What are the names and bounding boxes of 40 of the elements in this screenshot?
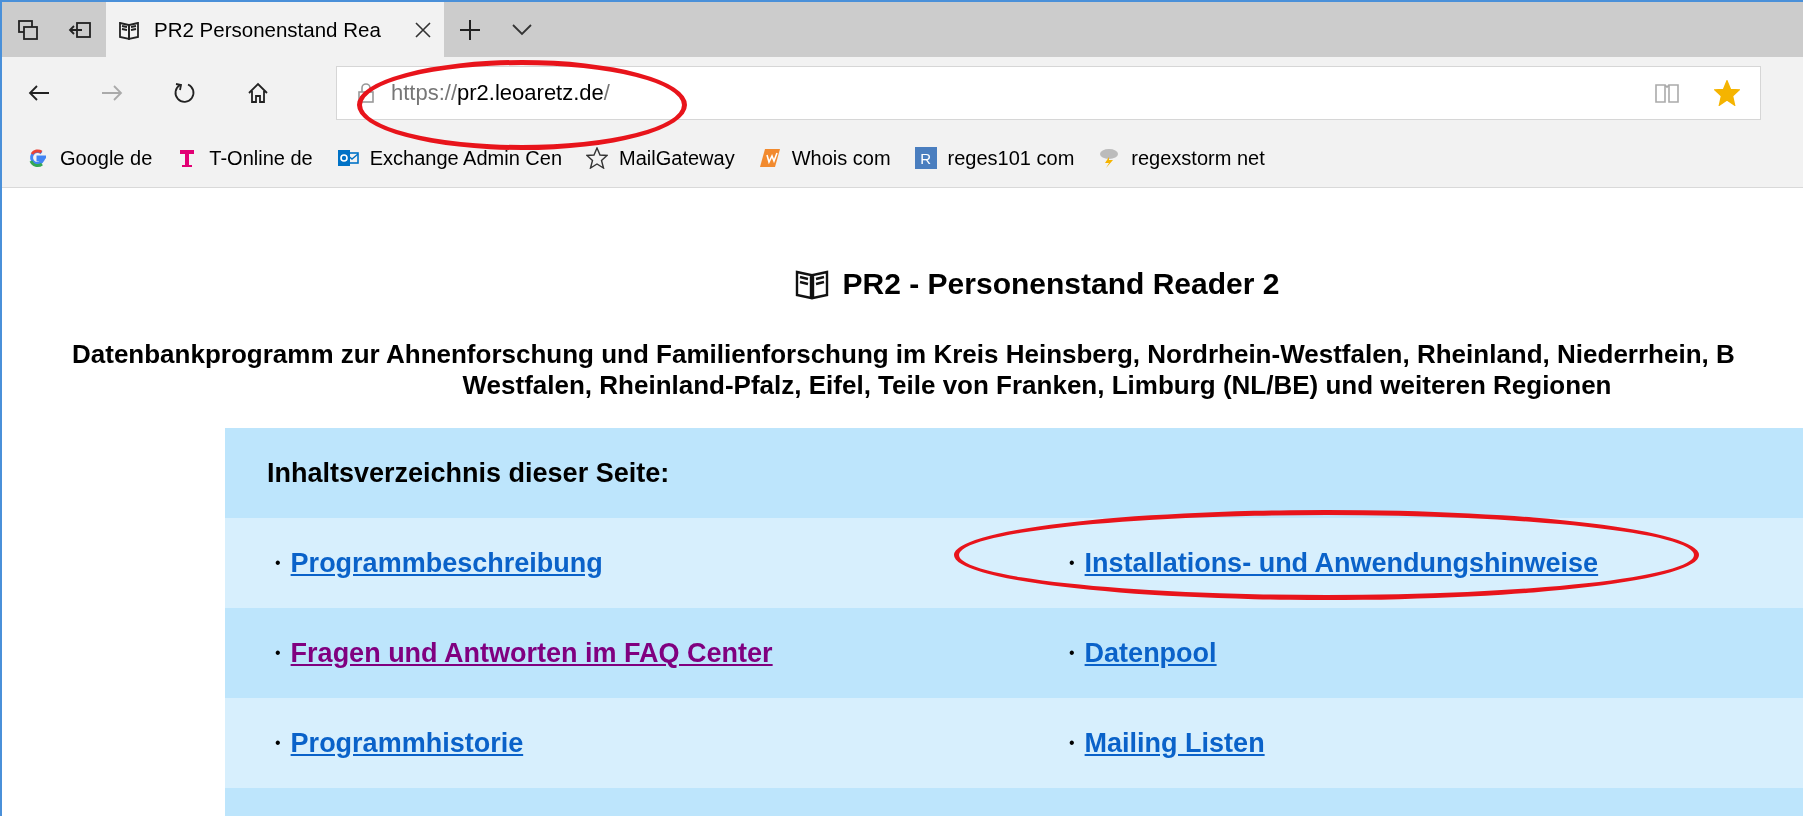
bookmark-letter-icon: R	[914, 147, 937, 169]
browser-tab[interactable]: PR2 Personenstand Rea	[106, 2, 444, 57]
bookmark[interactable]: R reges101 com	[914, 146, 1075, 170]
link[interactable]: Installations- und Anwendungshinweise	[1084, 547, 1599, 579]
link[interactable]: Programmbeschreibung	[290, 547, 603, 579]
tab-title: PR2 Personenstand Rea	[154, 17, 382, 42]
bookmark[interactable]: T-Online de	[176, 146, 313, 170]
bullet: •	[1069, 734, 1075, 752]
bookmark[interactable]: Google de	[27, 146, 153, 170]
cloud-lightning-icon	[1098, 147, 1121, 169]
link[interactable]: Mailing Listen	[1084, 727, 1265, 759]
tabs-icon[interactable]	[17, 18, 39, 41]
refresh-icon[interactable]	[172, 81, 197, 105]
address-field[interactable]: https://pr2.leoaretz.de/	[336, 66, 1761, 120]
subtitle-text: Westfalen, Rheinland-Pfalz, Eifel, Teile von Franken, Limburg (NL/BE) und weiteren Regionen	[461, 370, 1613, 401]
bullet: •	[1069, 644, 1075, 662]
bookmark[interactable]: Whois com	[758, 146, 891, 170]
bullet: •	[275, 554, 281, 572]
new-tab-icon[interactable]	[459, 18, 481, 41]
bullet: •	[275, 734, 281, 752]
star-icon	[586, 147, 609, 169]
bullet: •	[1069, 554, 1075, 572]
url-text: https://pr2.leoaretz.de/	[391, 80, 610, 106]
link[interactable]: Datenpool	[1084, 637, 1217, 669]
bullet: •	[275, 644, 281, 662]
bookmark[interactable]: Exchange Admin Cen	[336, 146, 563, 170]
link[interactable]: Fragen und Antworten im FAQ Center	[290, 637, 773, 669]
mail-icon	[336, 147, 359, 169]
link[interactable]: Programmhistorie	[290, 727, 524, 759]
whois-icon	[758, 147, 781, 169]
page-title: PR2 - Personenstand Reader 2	[842, 267, 1280, 301]
google-icon	[27, 147, 49, 169]
bookmark[interactable]: MailGateway	[586, 146, 735, 170]
bookmark[interactable]: regexstorm net	[1098, 146, 1265, 170]
contents-heading: Inhaltsverzeichnis dieser Seite:	[267, 457, 670, 489]
close-icon[interactable]	[414, 20, 432, 39]
chevron-down-icon[interactable]	[511, 22, 533, 37]
subtitle-text: Datenbankprogramm zur Ahnenforschung und Familienforschung im Kreis Heinsberg, Nordrhein-Westfalen, Rheinland, Niederrhein, B	[71, 339, 1736, 370]
favorite-star-icon[interactable]	[1714, 80, 1740, 106]
lock-icon	[357, 82, 375, 104]
